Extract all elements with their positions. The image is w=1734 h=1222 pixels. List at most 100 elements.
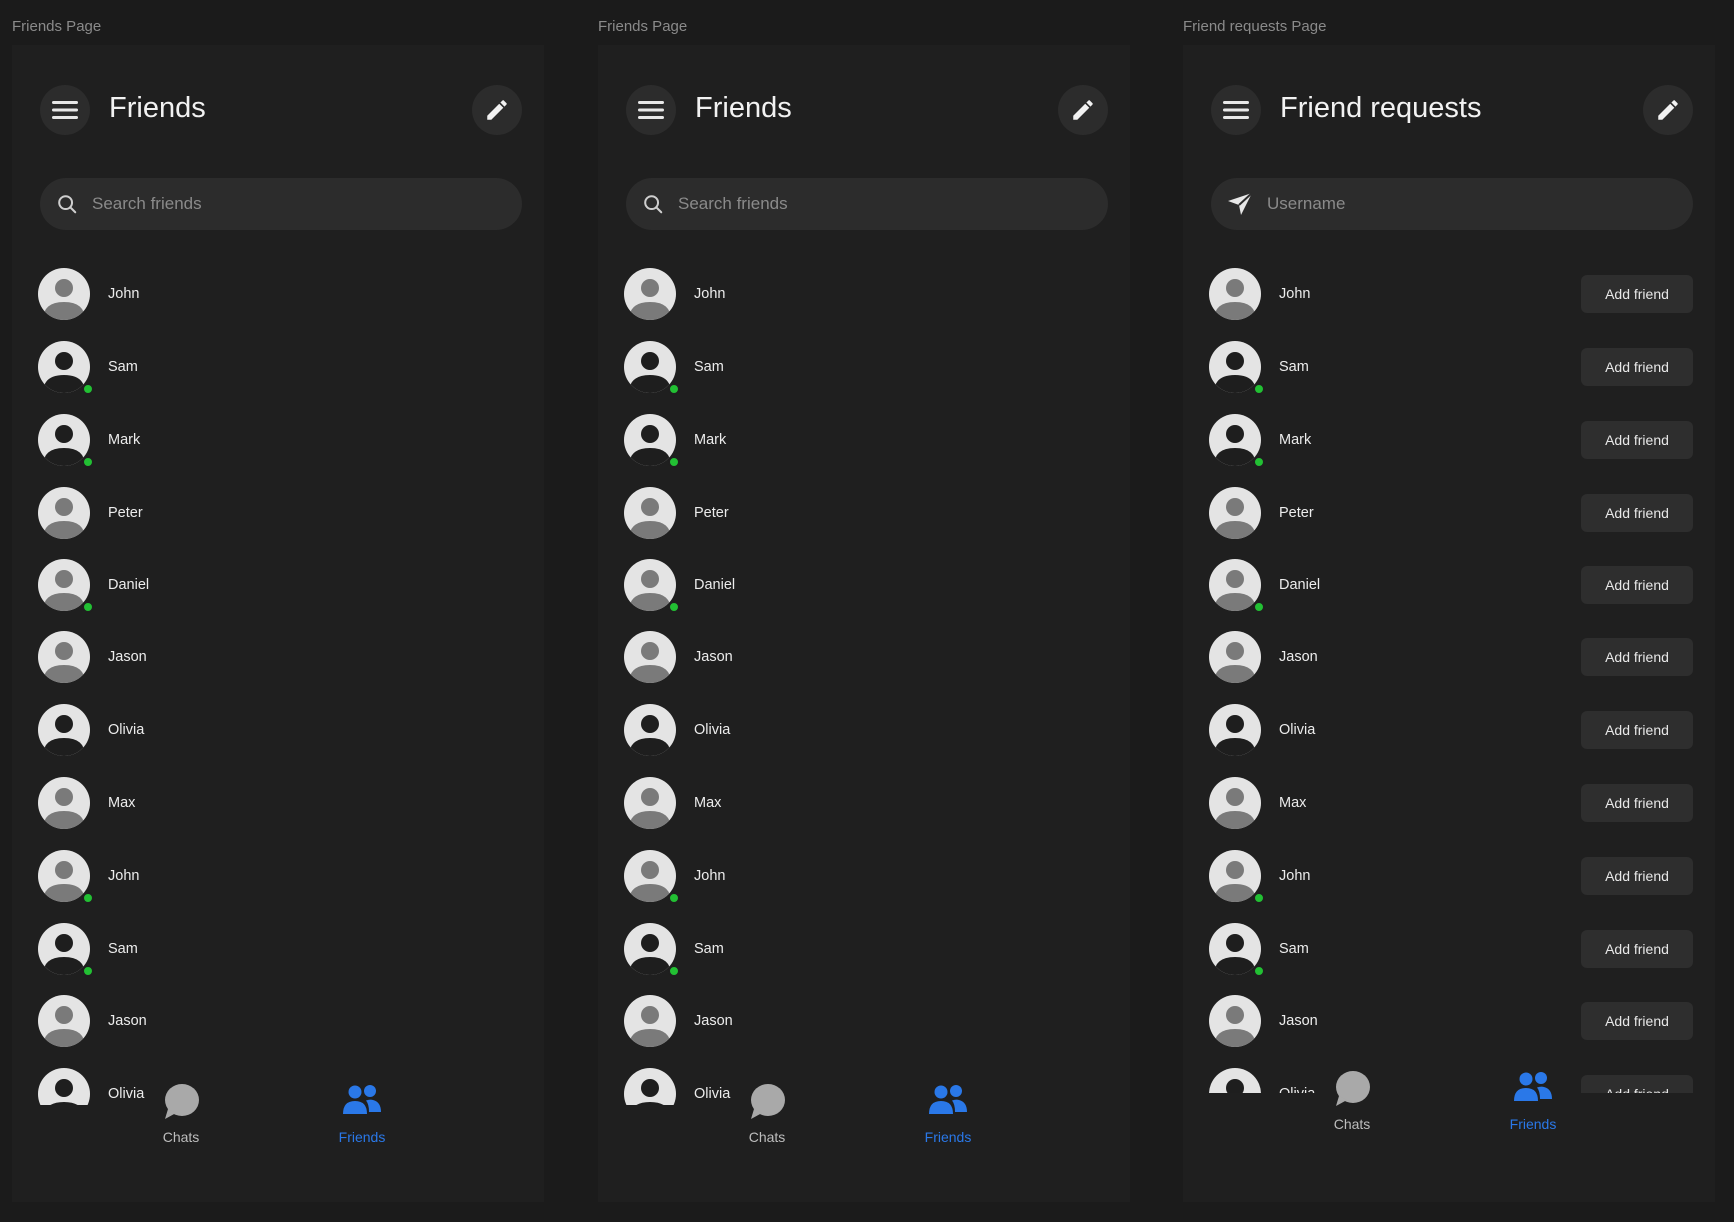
friend-name: Mark xyxy=(108,432,141,448)
friend-name: Olivia xyxy=(1279,722,1316,738)
menu-button[interactable] xyxy=(40,85,90,135)
chat-bubble-icon xyxy=(1302,1070,1402,1110)
list-item[interactable]: Olivia xyxy=(598,701,1130,761)
online-status-dot xyxy=(668,965,680,977)
nav-chats[interactable]: Chats xyxy=(717,1083,817,1145)
friend-name: Jason xyxy=(108,1013,147,1029)
friend-name: Peter xyxy=(1279,505,1314,521)
list-item[interactable]: Daniel xyxy=(12,556,544,616)
nav-friends-label: Friends xyxy=(1509,1116,1557,1132)
list-item[interactable]: Jason xyxy=(598,992,1130,1052)
avatar xyxy=(624,995,676,1047)
list-item[interactable]: Sam Add friend xyxy=(1183,338,1715,398)
nav-friends[interactable]: Friends xyxy=(1483,1070,1583,1132)
friend-requests-screen: Friend requests John Add friend Sam Add frie… xyxy=(1183,45,1715,1202)
list-item[interactable]: Sam Add friend xyxy=(1183,920,1715,980)
add-friend-button[interactable]: Add friend xyxy=(1581,638,1693,676)
list-item[interactable]: Sam xyxy=(12,338,544,398)
list-item[interactable]: Max xyxy=(598,774,1130,834)
list-item[interactable]: Peter xyxy=(598,484,1130,544)
menu-button[interactable] xyxy=(1211,85,1261,135)
list-item[interactable]: Max xyxy=(12,774,544,834)
list-item[interactable]: Peter xyxy=(12,484,544,544)
add-friend-button[interactable]: Add friend xyxy=(1581,566,1693,604)
list-item[interactable]: Jason Add friend xyxy=(1183,628,1715,688)
search-bar[interactable] xyxy=(40,178,522,230)
list-item[interactable]: Daniel Add friend xyxy=(1183,556,1715,616)
list-item[interactable]: John Add friend xyxy=(1183,847,1715,907)
add-friend-button[interactable]: Add friend xyxy=(1581,494,1693,532)
list-item[interactable]: John xyxy=(12,265,544,325)
compose-button[interactable] xyxy=(472,85,522,135)
list-item[interactable]: Olivia Add friend xyxy=(1183,701,1715,761)
nav-friends[interactable]: Friends xyxy=(312,1083,412,1145)
add-friend-button[interactable]: Add friend xyxy=(1581,930,1693,968)
list-item[interactable]: Mark xyxy=(12,411,544,471)
friend-name: John xyxy=(694,868,726,884)
avatar xyxy=(624,268,676,320)
menu-icon xyxy=(1223,100,1249,120)
add-friend-button[interactable]: Add friend xyxy=(1581,275,1693,313)
list-item[interactable]: Daniel xyxy=(598,556,1130,616)
nav-chats-label: Chats xyxy=(1333,1116,1371,1132)
nav-chats[interactable]: Chats xyxy=(131,1083,231,1145)
page-title: Friends xyxy=(109,92,206,124)
friend-name: Jason xyxy=(694,1013,733,1029)
search-bar[interactable] xyxy=(626,178,1108,230)
search-input[interactable] xyxy=(92,194,472,214)
username-field[interactable] xyxy=(1211,178,1693,230)
list-item[interactable]: John xyxy=(12,847,544,907)
avatar xyxy=(38,268,90,320)
username-input[interactable] xyxy=(1267,194,1647,214)
list-item[interactable]: Sam xyxy=(12,920,544,980)
friend-name: Sam xyxy=(1279,941,1309,957)
nav-friends[interactable]: Friends xyxy=(898,1083,998,1145)
avatar xyxy=(1209,704,1261,756)
add-friend-button[interactable]: Add friend xyxy=(1581,421,1693,459)
menu-button[interactable] xyxy=(626,85,676,135)
friend-name: Peter xyxy=(108,505,143,521)
nav-chats[interactable]: Chats xyxy=(1302,1070,1402,1132)
add-friend-button[interactable]: Add friend xyxy=(1581,784,1693,822)
add-friend-button[interactable]: Add friend xyxy=(1581,348,1693,386)
list-item[interactable]: John xyxy=(598,847,1130,907)
list-item[interactable]: Mark xyxy=(598,411,1130,471)
list-item[interactable]: Peter Add friend xyxy=(1183,484,1715,544)
people-icon xyxy=(898,1083,998,1123)
compose-button[interactable] xyxy=(1643,85,1693,135)
avatar xyxy=(624,704,676,756)
search-input[interactable] xyxy=(678,194,1058,214)
friend-name: Sam xyxy=(108,941,138,957)
add-friend-button[interactable]: Add friend xyxy=(1581,857,1693,895)
friend-name: Jason xyxy=(108,649,147,665)
list-item[interactable]: John Add friend xyxy=(1183,265,1715,325)
list-item[interactable]: Mark Add friend xyxy=(1183,411,1715,471)
list-item[interactable]: Jason xyxy=(12,992,544,1052)
online-status-dot xyxy=(82,456,94,468)
chat-bubble-icon xyxy=(717,1083,817,1123)
friend-name: Sam xyxy=(694,941,724,957)
list-item[interactable]: Jason xyxy=(12,628,544,688)
online-status-dot xyxy=(82,892,94,904)
online-status-dot xyxy=(668,456,680,468)
list-item[interactable]: Max Add friend xyxy=(1183,774,1715,834)
list-item[interactable]: Jason xyxy=(598,628,1130,688)
add-friend-button[interactable]: Add friend xyxy=(1581,1002,1693,1040)
online-status-dot xyxy=(82,383,94,395)
friend-name: Jason xyxy=(694,649,733,665)
list-item[interactable]: Jason Add friend xyxy=(1183,992,1715,1052)
avatar xyxy=(38,487,90,539)
list-item[interactable]: Sam xyxy=(598,338,1130,398)
list-item[interactable]: Olivia xyxy=(12,701,544,761)
pencil-icon xyxy=(1655,97,1681,123)
online-status-dot xyxy=(1253,383,1265,395)
add-friend-button[interactable]: Add friend xyxy=(1581,711,1693,749)
friend-name: John xyxy=(108,286,140,302)
list-item[interactable]: Sam xyxy=(598,920,1130,980)
friend-name: Olivia xyxy=(694,722,731,738)
online-status-dot xyxy=(1253,892,1265,904)
list-item[interactable]: John xyxy=(598,265,1130,325)
compose-button[interactable] xyxy=(1058,85,1108,135)
avatar xyxy=(38,631,90,683)
online-status-dot xyxy=(82,965,94,977)
